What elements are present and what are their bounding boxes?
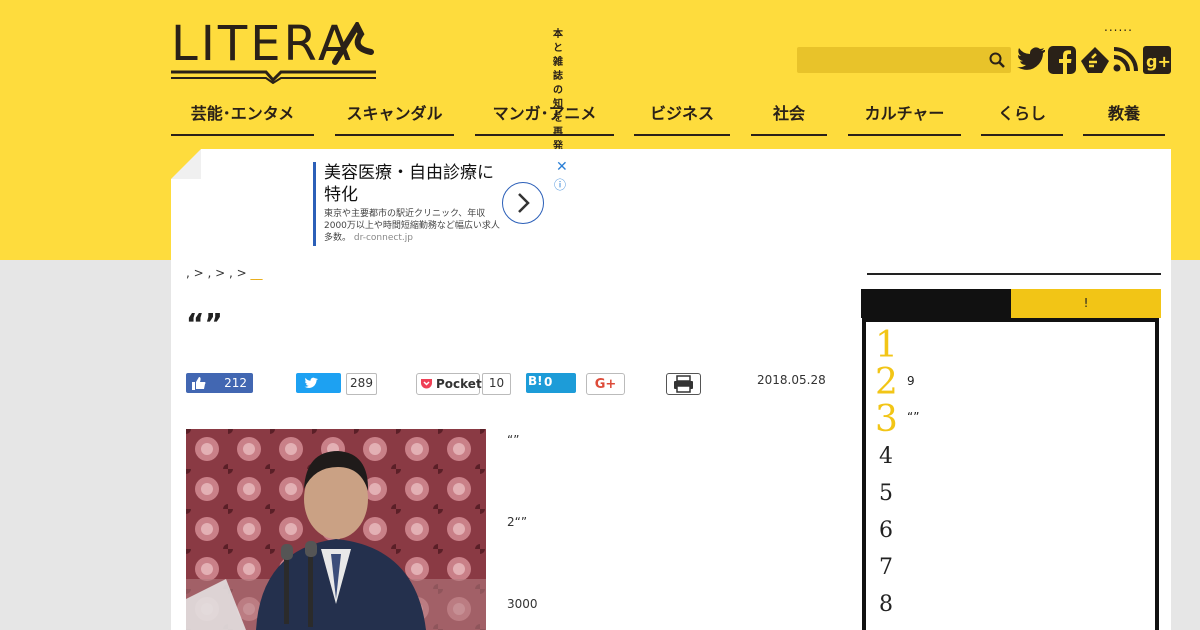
printer-icon xyxy=(674,375,693,393)
search-input[interactable] xyxy=(797,47,993,73)
nav-item-lifestyle[interactable]: くらし xyxy=(981,100,1063,136)
tweet-count: 289 xyxy=(346,373,377,395)
rank-number-8: 8 xyxy=(879,592,893,617)
main-nav: 芸能･エンタメ スキャンダル マンガ･アニメ ビジネス 社会 カルチャー くらし… xyxy=(171,100,1165,136)
nav-item-culture[interactable]: カルチャー xyxy=(848,100,961,136)
breadcrumb: , > , > , > __ xyxy=(186,266,263,280)
close-icon[interactable]: ✕ xyxy=(556,159,568,175)
rank-number-2: 2 xyxy=(875,362,898,403)
card-corner-fold xyxy=(171,149,201,179)
article-paragraph-1: “” xyxy=(507,433,520,447)
tab-ranking[interactable] xyxy=(861,289,1011,318)
header-dots: ...... xyxy=(1104,20,1133,34)
search-box[interactable] xyxy=(797,47,1011,73)
hatena-count: 0 xyxy=(544,375,553,389)
ad-body: 東京や主要都市の駅近クリニック、年収2000万以上や時間短縮勤務など幅広い求人多… xyxy=(324,208,504,244)
logo-text: LITERA xyxy=(171,16,354,72)
nav-item-society[interactable]: 社会 xyxy=(751,100,827,136)
feedly-icon[interactable] xyxy=(1080,46,1110,74)
ad-banner[interactable]: 美容医療・自由診療に特化 東京や主要都市の駅近クリニック、年収2000万以上や時… xyxy=(313,159,571,246)
logo-book-icon xyxy=(171,70,376,84)
chevron-right-icon[interactable] xyxy=(502,182,544,224)
site-tagline: 本と雑誌の 知を再発見 xyxy=(553,28,563,168)
rank-number-3: 3 xyxy=(875,399,898,440)
rank-number-1: 1 xyxy=(875,325,898,366)
ad-domain: dr-connect.jp xyxy=(353,233,413,243)
rank-number-6: 6 xyxy=(879,518,893,543)
rank-item-3[interactable]: “” xyxy=(907,410,919,424)
nav-item-business[interactable]: ビジネス xyxy=(634,100,730,136)
tagline-line-1: 本と雑誌の xyxy=(553,29,563,96)
article-paragraph-2: 2“” xyxy=(507,515,528,529)
tweet-button[interactable] xyxy=(296,373,341,393)
breadcrumb-current: __ xyxy=(250,266,263,280)
rank-item-2[interactable]: 9 xyxy=(907,374,915,388)
thumbs-up-icon xyxy=(192,377,206,390)
pocket-count: 10 xyxy=(482,373,511,395)
article-photo xyxy=(186,429,486,630)
svg-text:g+: g+ xyxy=(1146,52,1171,71)
pocket-button[interactable]: Pocket xyxy=(416,373,482,395)
nav-item-scandal[interactable]: スキャンダル xyxy=(335,100,454,136)
logo-swoosh-icon xyxy=(332,22,374,65)
rank-number-4: 4 xyxy=(879,444,893,469)
print-button[interactable] xyxy=(666,373,701,395)
ad-title[interactable]: 美容医療・自由診療に特化 xyxy=(324,162,494,206)
nav-item-education[interactable]: 教養 xyxy=(1083,100,1165,136)
rank-number-7: 7 xyxy=(879,555,893,580)
article-photo-image xyxy=(186,429,486,630)
ranking-list xyxy=(862,318,1159,630)
tab-ranking-alt[interactable]: ! xyxy=(1011,289,1161,318)
article-headline: “” xyxy=(186,307,223,340)
twitter-icon[interactable] xyxy=(1017,46,1045,72)
site-logo[interactable]: LITERA 本と雑誌の 知を再発見 xyxy=(171,16,563,166)
hatena-label: B! xyxy=(528,374,543,388)
rss-icon[interactable] xyxy=(1113,46,1139,72)
facebook-like-button[interactable]: 212 xyxy=(186,373,253,393)
google-plus-button[interactable]: G+ xyxy=(586,373,625,395)
google-plus-icon[interactable]: g+ xyxy=(1143,46,1171,74)
breadcrumb-item-3[interactable]: , > xyxy=(229,266,251,280)
facebook-icon[interactable] xyxy=(1048,46,1076,74)
search-icon[interactable] xyxy=(989,52,1005,68)
article-paragraph-3: 3000 xyxy=(507,597,538,611)
sidebar-divider xyxy=(867,273,1161,275)
nav-item-entertainment[interactable]: 芸能･エンタメ xyxy=(171,100,314,136)
article-date: 2018.05.28 xyxy=(757,373,826,387)
pocket-icon xyxy=(421,379,432,389)
rank-number-5: 5 xyxy=(879,481,893,506)
facebook-count: 212 xyxy=(224,376,247,390)
info-icon[interactable]: ⓘ xyxy=(554,176,566,193)
nav-item-manga-anime[interactable]: マンガ･アニメ xyxy=(475,100,614,136)
breadcrumb-item-1[interactable]: , > xyxy=(186,266,208,280)
twitter-icon xyxy=(304,377,318,389)
hatena-bookmark-button[interactable]: B! 0 xyxy=(526,373,576,393)
breadcrumb-item-2[interactable]: , > xyxy=(208,266,230,280)
pocket-label: Pocket xyxy=(436,377,482,391)
